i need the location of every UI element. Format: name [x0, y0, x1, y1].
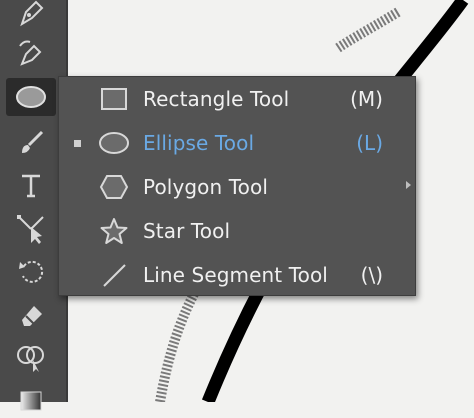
gradient-icon	[20, 391, 42, 411]
rotate-tool-button[interactable]	[6, 252, 56, 290]
menu-item-label: Ellipse Tool	[143, 131, 255, 155]
pen-icon	[20, 0, 44, 27]
menu-item-label: Rectangle Tool	[143, 87, 290, 111]
paintbrush-icon	[22, 130, 44, 153]
shape-builder-icon	[17, 346, 44, 372]
selected-bullet	[74, 139, 81, 147]
textured-curve-stroke-top	[335, 7, 401, 53]
curvature-tool-button[interactable]	[6, 34, 56, 72]
ellipse-icon	[97, 126, 131, 160]
type-icon	[22, 174, 40, 198]
direct-selection-tool-button[interactable]	[6, 210, 56, 248]
menu-item-shortcut: (M)	[350, 87, 383, 111]
ellipse-tool-icon	[16, 86, 46, 108]
curvature-pen-icon	[19, 40, 42, 66]
eraser-icon	[22, 306, 42, 326]
ellipse-tool-button[interactable]	[6, 78, 56, 116]
eraser-tool-button[interactable]	[6, 296, 56, 334]
menu-item-ellipse-tool[interactable]: Ellipse Tool (L)	[59, 121, 415, 165]
menu-item-label: Line Segment Tool	[143, 263, 328, 287]
menu-item-rectangle-tool[interactable]: Rectangle Tool (M)	[59, 77, 415, 121]
line-segment-icon	[97, 258, 131, 292]
tear-off-arrow-icon[interactable]	[406, 181, 411, 189]
rotate-icon	[19, 260, 44, 283]
menu-item-shortcut: (\)	[360, 263, 383, 287]
menu-item-star-tool[interactable]: Star Tool	[59, 209, 415, 253]
shape-tools-flyout: Rectangle Tool (M) Ellipse Tool (L) Poly…	[58, 76, 416, 296]
gradient-tool-button[interactable]	[6, 380, 56, 418]
menu-item-polygon-tool[interactable]: Polygon Tool	[59, 165, 415, 209]
shape-builder-tool-button[interactable]	[6, 338, 56, 376]
rectangle-icon	[97, 82, 131, 116]
star-icon	[97, 214, 131, 248]
menu-item-label: Polygon Tool	[143, 175, 268, 199]
menu-item-line-segment-tool[interactable]: Line Segment Tool (\)	[59, 253, 415, 297]
anchor-point-icon	[17, 215, 44, 244]
paintbrush-tool-button[interactable]	[6, 124, 56, 162]
polygon-icon	[97, 170, 131, 204]
type-tool-button[interactable]	[6, 166, 56, 204]
menu-item-label: Star Tool	[143, 219, 231, 243]
textured-curve-stroke-bottom	[155, 287, 201, 402]
pen-tool-button[interactable]	[6, 0, 56, 32]
menu-item-shortcut: (L)	[356, 131, 383, 155]
